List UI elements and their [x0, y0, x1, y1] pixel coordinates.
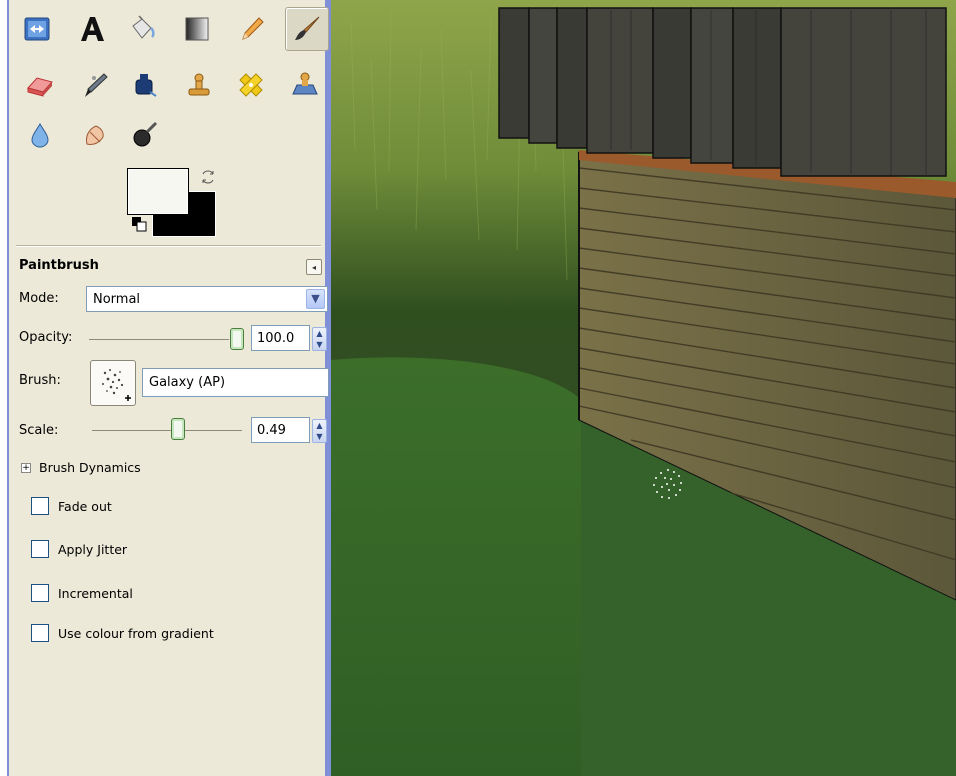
options-menu-icon[interactable]: ◂ — [306, 259, 322, 275]
scale-spinner[interactable]: 0.49 ▲ ▼ — [251, 417, 327, 443]
canvas-photo — [331, 0, 956, 776]
brush-preview-button[interactable] — [90, 360, 136, 406]
divider — [16, 245, 321, 247]
fade-out-label: Fade out — [58, 498, 112, 514]
incremental-checkbox-row[interactable]: Incremental — [31, 584, 133, 602]
spinner-arrows-icon[interactable]: ▲ ▼ — [312, 419, 327, 443]
mode-label: Mode: — [19, 291, 59, 306]
opacity-value: 100.0 — [257, 331, 295, 346]
foreground-color-swatch[interactable] — [127, 168, 189, 215]
move-tool-icon[interactable] — [17, 9, 57, 49]
blend-tool-icon[interactable] — [177, 9, 217, 49]
apply-jitter-checkbox[interactable] — [31, 540, 49, 558]
use-colour-from-gradient-checkbox-row[interactable]: Use colour from gradient — [31, 624, 214, 642]
scale-slider-handle[interactable] — [171, 418, 185, 440]
fade-out-checkbox-row[interactable]: Fade out — [31, 497, 112, 515]
toolbox-panel: Paintbrush ◂ Mode: Normal ▼ Opacity: 100… — [7, 0, 331, 776]
opacity-spinner[interactable]: 100.0 ▲ ▼ — [251, 325, 327, 351]
galaxy-brush-icon — [102, 369, 131, 401]
scale-value: 0.49 — [257, 423, 286, 438]
opacity-label: Opacity: — [19, 330, 73, 345]
incremental-checkbox[interactable] — [31, 584, 49, 602]
apply-jitter-label: Apply Jitter — [58, 541, 128, 557]
brush-name-field[interactable]: Galaxy (AP) — [142, 368, 329, 397]
fade-out-checkbox[interactable] — [31, 497, 49, 515]
scale-label: Scale: — [19, 423, 59, 438]
use-colour-from-gradient-label: Use colour from gradient — [58, 625, 214, 641]
pencil-icon[interactable] — [232, 9, 272, 49]
tool-options-title: Paintbrush — [19, 258, 99, 273]
smudge-icon[interactable] — [75, 115, 115, 155]
mode-value: Normal — [93, 292, 141, 307]
chevron-down-icon[interactable]: ▼ — [306, 289, 325, 309]
brush-dynamics-expander[interactable]: + Brush Dynamics — [21, 460, 141, 475]
bucket-fill-icon[interactable] — [122, 9, 162, 49]
expand-plus-icon[interactable]: + — [21, 462, 31, 473]
brush-cursor-icon — [653, 469, 682, 499]
mode-select[interactable]: Normal ▼ — [86, 286, 328, 312]
text-tool-icon[interactable] — [72, 9, 112, 49]
paintbrush-icon[interactable] — [285, 7, 329, 51]
swap-colors-icon[interactable] — [199, 168, 217, 186]
opacity-slider-track[interactable] — [89, 339, 229, 340]
perspective-clone-icon[interactable] — [285, 65, 325, 105]
blur-sharpen-icon[interactable] — [20, 115, 60, 155]
opacity-slider-handle[interactable] — [230, 328, 244, 350]
clone-icon[interactable] — [179, 65, 219, 105]
airbrush-icon[interactable] — [75, 65, 115, 105]
eraser-icon[interactable] — [20, 65, 60, 105]
dodge-burn-icon[interactable] — [125, 115, 165, 155]
ink-icon[interactable] — [125, 65, 165, 105]
brush-label: Brush: — [19, 373, 61, 388]
image-canvas[interactable] — [331, 0, 956, 776]
brush-dynamics-label: Brush Dynamics — [39, 460, 141, 475]
apply-jitter-checkbox-row[interactable]: Apply Jitter — [31, 540, 127, 558]
color-area — [127, 168, 225, 238]
scale-slider-track[interactable] — [92, 430, 242, 431]
heal-icon[interactable] — [231, 65, 271, 105]
brush-name-value: Galaxy (AP) — [149, 375, 226, 390]
incremental-label: Incremental — [58, 585, 133, 601]
use-colour-from-gradient-checkbox[interactable] — [31, 624, 49, 642]
default-colors-icon[interactable] — [131, 216, 147, 232]
spinner-arrows-icon[interactable]: ▲ ▼ — [312, 327, 327, 351]
